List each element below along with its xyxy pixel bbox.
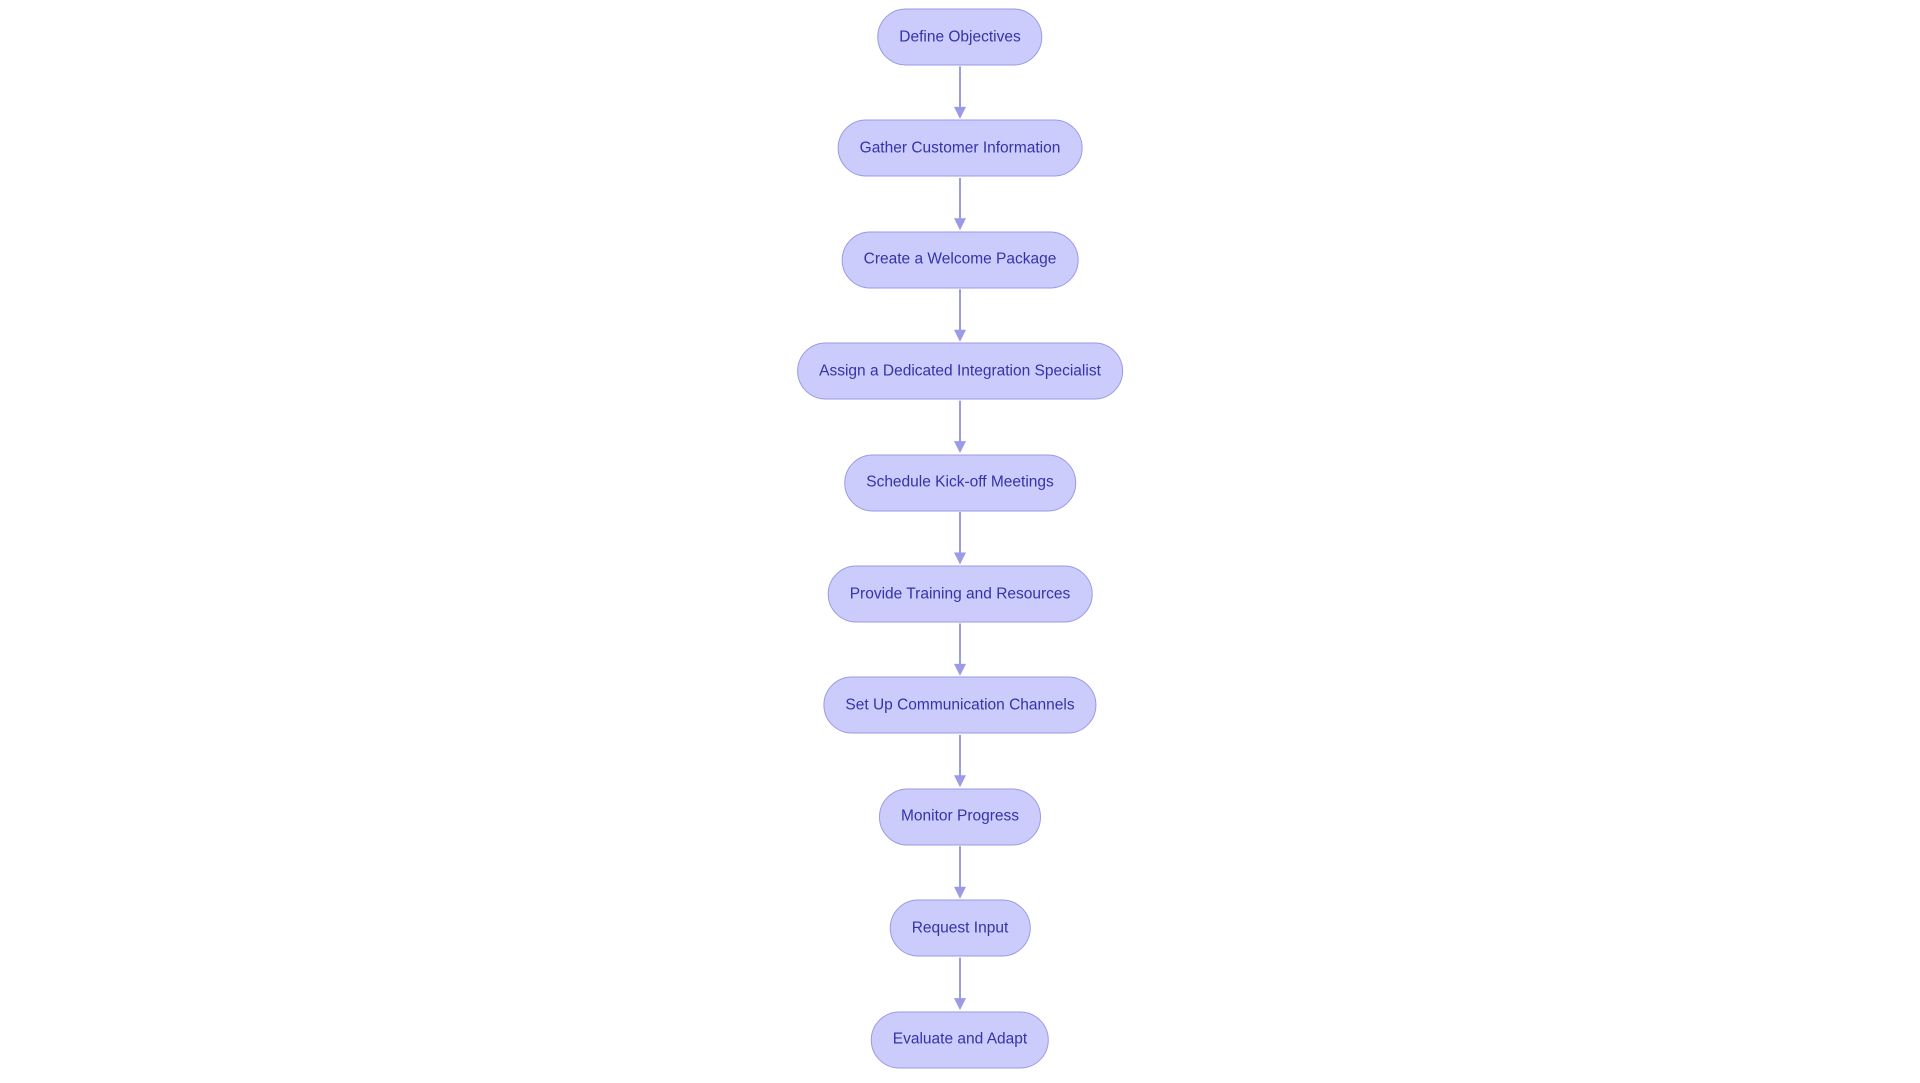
arrowhead-icon <box>954 663 966 676</box>
arrowhead-icon <box>954 552 966 565</box>
arrowhead-icon <box>954 106 966 119</box>
arrowhead-icon <box>954 441 966 454</box>
arrowhead-icon <box>954 886 966 899</box>
flow-node: Assign a Dedicated Integration Specialis… <box>797 342 1123 400</box>
flow-node: Request Input <box>889 899 1031 957</box>
flow-node: Monitor Progress <box>878 788 1042 846</box>
flow-node: Set Up Communication Channels <box>823 676 1097 734</box>
flow-node: Schedule Kick-off Meetings <box>844 454 1076 512</box>
arrowhead-icon <box>954 998 966 1011</box>
arrowhead-icon <box>954 329 966 342</box>
flow-node: Define Objectives <box>877 8 1043 66</box>
arrowhead-icon <box>954 218 966 231</box>
flow-node: Provide Training and Resources <box>827 565 1093 623</box>
arrowhead-icon <box>954 775 966 788</box>
flow-node: Create a Welcome Package <box>841 231 1079 289</box>
flow-node: Evaluate and Adapt <box>870 1011 1050 1069</box>
flow-node: Gather Customer Information <box>837 119 1083 177</box>
